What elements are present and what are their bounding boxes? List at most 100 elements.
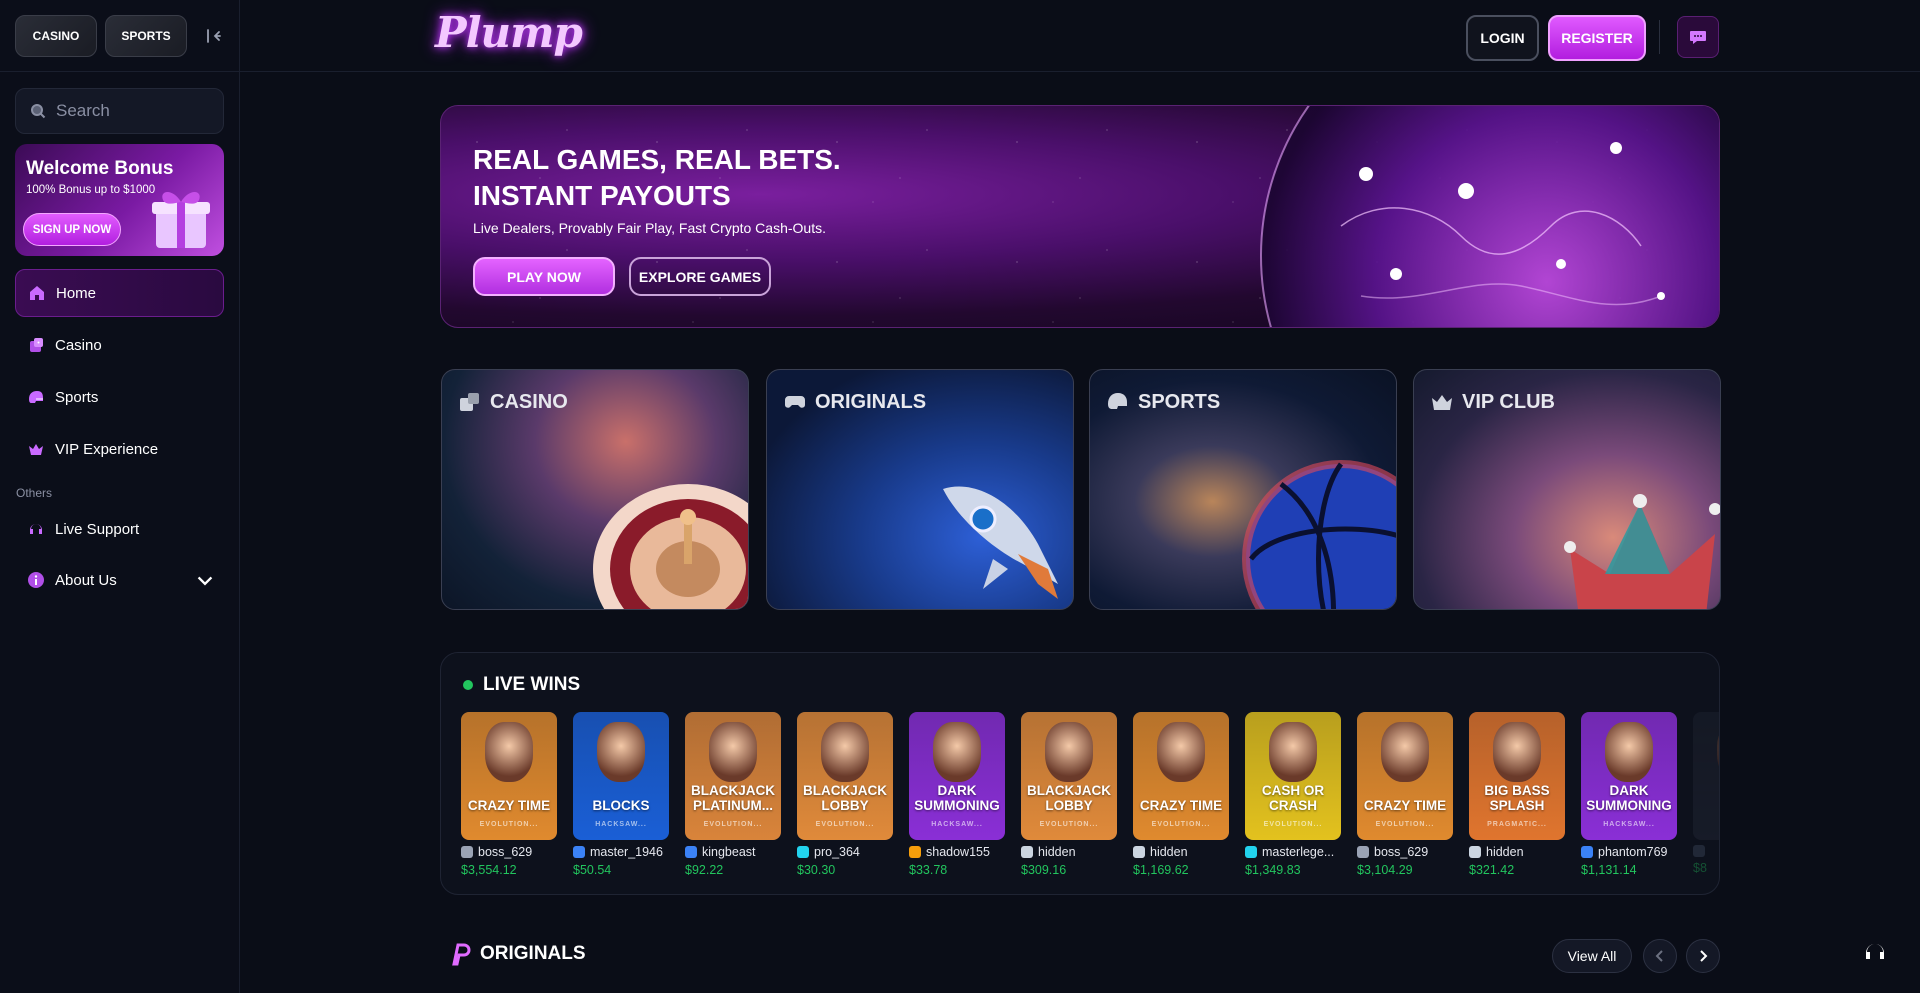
collapse-sidebar-icon[interactable]: [205, 27, 223, 45]
winner-username: hidden: [1150, 845, 1188, 859]
game-name: SU: [1693, 798, 1719, 813]
live-win-item[interactable]: BIG BASS SPLASH PRAGMATIC... hidden $321.42: [1469, 712, 1565, 877]
hero-title-line1: REAL GAMES, REAL BETS.: [473, 144, 841, 175]
game-thumbnail[interactable]: BIG BASS SPLASH PRAGMATIC...: [1469, 712, 1565, 840]
winner: master_1946: [573, 845, 669, 859]
game-thumbnail[interactable]: CRAZY TIME EVOLUTION...: [461, 712, 557, 840]
rank-gem-icon: [461, 846, 473, 858]
winner: [1693, 845, 1719, 857]
category-label: ORIGINALS: [783, 390, 926, 414]
search-placeholder: Search: [56, 101, 110, 120]
category-label-text: VIP CLUB: [1462, 390, 1555, 413]
game-thumbnail[interactable]: BLACKJACK LOBBY EVOLUTION...: [1021, 712, 1117, 840]
game-name: CRAZY TIME: [467, 798, 551, 813]
win-amount: $321.42: [1469, 863, 1515, 877]
casino-mode-button[interactable]: CASINO: [15, 14, 97, 57]
live-win-item[interactable]: CRAZY TIME EVOLUTION... boss_629 $3,104.29: [1357, 712, 1453, 877]
game-thumbnail[interactable]: CRAZY TIME EVOLUTION...: [1133, 712, 1229, 840]
play-now-button[interactable]: PLAY NOW: [473, 257, 615, 296]
game-character: [485, 722, 533, 782]
scroll-left-button[interactable]: [1643, 939, 1677, 973]
explore-games-button[interactable]: EXPLORE GAMES: [629, 257, 771, 296]
category-card-originals[interactable]: ORIGINALS: [766, 369, 1074, 610]
winner: boss_629: [1357, 845, 1453, 859]
category-card-casino[interactable]: CASINO: [441, 369, 749, 610]
game-name: BIG BASS SPLASH: [1484, 783, 1550, 813]
category-card-vip-club[interactable]: VIP CLUB: [1413, 369, 1721, 610]
welcome-bonus-card: Welcome Bonus 100% Bonus up to $1000 SIG…: [15, 144, 224, 256]
gift-icon: [152, 192, 210, 248]
crown-icon: [1432, 395, 1452, 410]
sidebar-item-home[interactable]: Home: [15, 269, 224, 317]
live-win-item[interactable]: CRAZY TIME EVOLUTION... boss_629 $3,554.12: [461, 712, 557, 877]
winner-username: boss_629: [1374, 845, 1429, 859]
support-headset-icon[interactable]: [1862, 938, 1888, 964]
search-input[interactable]: Search: [15, 88, 224, 134]
register-button[interactable]: REGISTER: [1548, 15, 1646, 61]
live-win-item[interactable]: DARK SUMMONING HACKSAW... shadow155 $33.78: [909, 712, 1005, 877]
view-all-button[interactable]: View All: [1552, 939, 1632, 973]
live-win-item[interactable]: BLACKJACK PLATINUM... EVOLUTION... kingbea…: [685, 712, 781, 877]
winner-username: shadow155: [926, 845, 990, 859]
chevron-left-icon: [1655, 950, 1663, 962]
game-character: [1717, 722, 1719, 782]
game-thumbnail[interactable]: BLACKJACK PLATINUM... EVOLUTION...: [685, 712, 781, 840]
info-icon: [28, 572, 44, 588]
winner: phantom769: [1581, 845, 1677, 859]
game-thumbnail[interactable]: CASH OR CRASH EVOLUTION...: [1245, 712, 1341, 840]
game-name: CRAZY TIME: [1139, 798, 1223, 813]
chat-button[interactable]: [1677, 16, 1719, 58]
category-card-sports[interactable]: SPORTS: [1089, 369, 1397, 610]
game-provider: EVOLUTION...: [815, 821, 875, 828]
game-name: DARK SUMMONING: [1586, 783, 1672, 813]
category-label: VIP CLUB: [1430, 390, 1555, 414]
game-thumbnail[interactable]: SU: [1693, 712, 1719, 840]
plump-logo[interactable]: Plump: [435, 8, 583, 57]
sidebar-item-casino[interactable]: Casino: [15, 321, 224, 369]
winner: hidden: [1469, 845, 1565, 859]
winner-username: phantom769: [1598, 845, 1668, 859]
live-win-item[interactable]: CRAZY TIME EVOLUTION... hidden $1,169.62: [1133, 712, 1229, 877]
login-button[interactable]: LOGIN: [1466, 15, 1539, 61]
live-win-item[interactable]: DARK SUMMONING HACKSAW... phantom769 $1,131…: [1581, 712, 1677, 877]
game-character: [1269, 722, 1317, 782]
sports-mode-button[interactable]: SPORTS: [105, 14, 187, 57]
live-win-item[interactable]: CASH OR CRASH EVOLUTION... masterlege... $1…: [1245, 712, 1341, 877]
live-win-item[interactable]: BLOCKS HACKSAW... master_1946 $50.54: [573, 712, 669, 877]
live-win-item[interactable]: BLACKJACK LOBBY EVOLUTION... pro_364 $30.30: [797, 712, 893, 877]
winner-username: boss_629: [478, 845, 533, 859]
game-thumbnail[interactable]: DARK SUMMONING HACKSAW...: [1581, 712, 1677, 840]
game-character: [1157, 722, 1205, 782]
game-thumbnail[interactable]: DARK SUMMONING HACKSAW...: [909, 712, 1005, 840]
game-provider: EVOLUTION...: [1375, 821, 1435, 828]
category-label-text: ORIGINALS: [815, 390, 927, 413]
roulette-illustration: [593, 484, 748, 609]
winner: hidden: [1133, 845, 1229, 859]
sidebar-item-label: Live Support: [55, 520, 140, 538]
game-provider: HACKSAW...: [1603, 821, 1655, 828]
hero-title: REAL GAMES, REAL BETS. INSTANT PAYOUTS: [473, 142, 841, 214]
game-thumbnail[interactable]: CRAZY TIME EVOLUTION...: [1357, 712, 1453, 840]
dice-icon: [460, 393, 479, 411]
game-provider: EVOLUTION...: [1151, 821, 1211, 828]
others-heading: Others: [16, 486, 53, 500]
scroll-right-button[interactable]: [1686, 939, 1720, 973]
live-wins-title-text: LIVE WINS: [483, 674, 581, 695]
sidebar-item-sports[interactable]: Sports: [15, 373, 224, 421]
chevron-down-icon[interactable]: [196, 571, 214, 589]
winner: masterlege...: [1245, 845, 1341, 859]
winner: pro_364: [797, 845, 893, 859]
game-thumbnail[interactable]: BLACKJACK LOBBY EVOLUTION...: [797, 712, 893, 840]
live-wins-title: LIVE WINS: [463, 674, 580, 696]
sidebar-item-about-us[interactable]: About Us: [15, 556, 224, 604]
sidebar-item-vip[interactable]: VIP Experience: [15, 425, 224, 473]
top-header: Plump LOGIN REGISTER: [240, 0, 1920, 72]
live-win-item[interactable]: BLACKJACK LOBBY EVOLUTION... hidden $309.16: [1021, 712, 1117, 877]
sidebar-item-live-support[interactable]: Live Support: [15, 505, 224, 553]
sign-up-now-button[interactable]: SIGN UP NOW: [23, 213, 121, 246]
win-amount: $33.78: [909, 863, 948, 877]
helmet-icon: [1108, 393, 1127, 409]
live-win-item[interactable]: SU $8: [1693, 712, 1719, 875]
rank-gem-icon: [1357, 846, 1369, 858]
game-thumbnail[interactable]: BLOCKS HACKSAW...: [573, 712, 669, 840]
